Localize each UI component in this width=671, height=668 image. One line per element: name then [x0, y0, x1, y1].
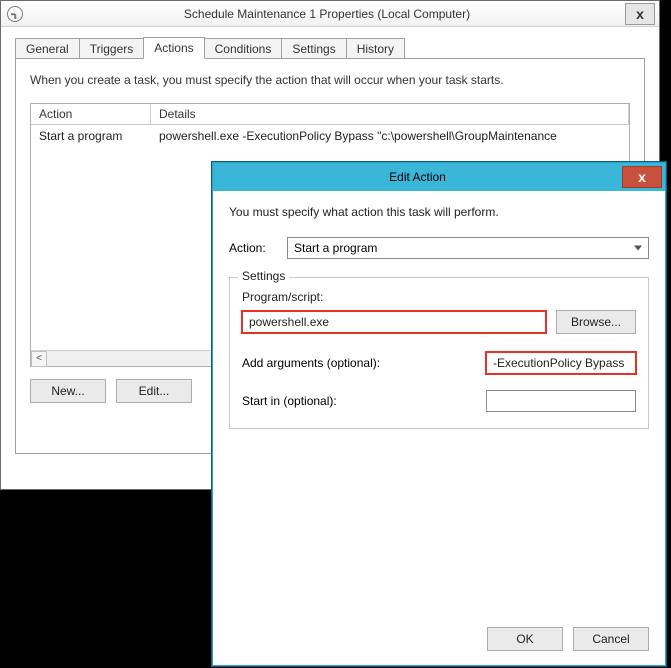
tab-triggers[interactable]: Triggers: [79, 38, 145, 59]
tab-conditions[interactable]: Conditions: [204, 38, 283, 59]
col-details[interactable]: Details: [151, 104, 629, 124]
ok-button[interactable]: OK: [487, 627, 563, 651]
cell-action: Start a program: [31, 125, 151, 147]
col-action[interactable]: Action: [31, 104, 151, 124]
action-select[interactable]: Start a program: [287, 237, 649, 259]
cell-details: powershell.exe -ExecutionPolicy Bypass "…: [151, 125, 629, 147]
edit-button[interactable]: Edit...: [116, 379, 192, 403]
edit-action-dialog: Edit Action x You must specify what acti…: [212, 162, 666, 666]
tab-general[interactable]: General: [15, 38, 80, 59]
new-button[interactable]: New...: [30, 379, 106, 403]
action-select-value: Start a program: [294, 241, 377, 255]
dialog-title: Edit Action: [213, 170, 622, 184]
dialog-footer: OK Cancel: [229, 617, 649, 651]
arguments-label: Add arguments (optional):: [242, 356, 380, 370]
clock-icon: [7, 6, 23, 22]
close-button[interactable]: x: [625, 3, 655, 25]
action-label: Action:: [229, 241, 279, 255]
scroll-left-icon[interactable]: <: [31, 351, 47, 367]
tab-actions[interactable]: Actions: [143, 37, 204, 59]
tab-history[interactable]: History: [346, 38, 405, 59]
dialog-titlebar: Edit Action x: [213, 163, 665, 191]
program-label: Program/script:: [242, 290, 636, 304]
table-row[interactable]: Start a program powershell.exe -Executio…: [31, 125, 629, 147]
panel-intro: When you create a task, you must specify…: [30, 73, 630, 87]
startin-input[interactable]: [486, 390, 636, 412]
arguments-input-value: -ExecutionPolicy Bypass: [493, 356, 624, 370]
settings-legend: Settings: [238, 269, 289, 283]
window-title: Schedule Maintenance 1 Properties (Local…: [29, 7, 625, 21]
dialog-intro: You must specify what action this task w…: [229, 205, 649, 219]
settings-fieldset: Settings Program/script: powershell.exe …: [229, 277, 649, 429]
dialog-body: You must specify what action this task w…: [213, 191, 665, 665]
program-input[interactable]: powershell.exe: [242, 311, 546, 333]
table-header: Action Details: [31, 104, 629, 125]
browse-button[interactable]: Browse...: [556, 310, 636, 334]
tabstrip: General Triggers Actions Conditions Sett…: [15, 37, 645, 59]
titlebar: Schedule Maintenance 1 Properties (Local…: [1, 1, 659, 27]
cancel-button[interactable]: Cancel: [573, 627, 649, 651]
action-row: Action: Start a program: [229, 237, 649, 259]
tab-settings[interactable]: Settings: [281, 38, 346, 59]
dialog-close-button[interactable]: x: [622, 166, 662, 188]
arguments-input[interactable]: -ExecutionPolicy Bypass: [486, 352, 636, 374]
startin-label: Start in (optional):: [242, 394, 337, 408]
program-input-value: powershell.exe: [249, 315, 329, 329]
